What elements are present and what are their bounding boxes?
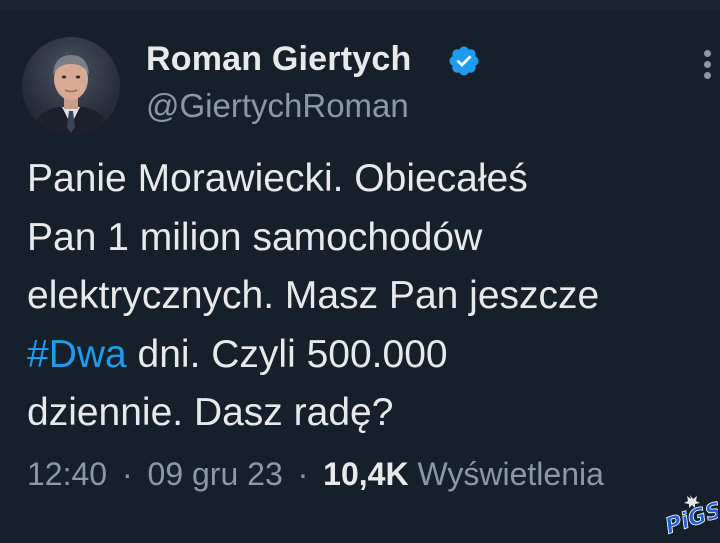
tweet-line-rest: dni. Czyli 500.000	[126, 332, 448, 376]
meta-separator: ·	[121, 456, 133, 492]
tweet-time[interactable]: 12:40	[27, 456, 107, 492]
tweet-date[interactable]: 09 gru 23	[148, 456, 283, 492]
views-label: Wyświetlenia	[417, 456, 604, 492]
tweet-meta: 12:40 · 09 gru 23 · 10,4K Wyświetlenia	[27, 456, 604, 493]
author-handle[interactable]: @GiertychRoman	[146, 87, 409, 125]
tweet-card: Roman Giertych @GiertychRoman Panie Mora…	[0, 0, 720, 543]
tweet-line: Panie Morawiecki. Obiecałeś	[27, 157, 528, 200]
meta-separator: ·	[297, 456, 309, 492]
avatar[interactable]	[22, 37, 120, 135]
hashtag-link[interactable]: #Dwa	[27, 333, 127, 376]
tweet-line: dziennie. Dasz radę?	[27, 391, 394, 434]
tweet-line: Pan 1 milion samochodów	[27, 215, 483, 259]
verified-badge-icon	[449, 46, 479, 76]
pigs-watermark-logo: PiGS	[662, 495, 718, 537]
tweet-line: #Dwa dni. Czyli 500.000	[27, 326, 707, 385]
author-name[interactable]: Roman Giertych	[146, 40, 411, 79]
more-vertical-icon[interactable]	[704, 50, 720, 80]
views-count: 10,4K	[323, 456, 409, 492]
tweet-line: elektrycznych. Masz Pan jeszcze	[27, 274, 600, 317]
tweet-text: Panie Morawiecki. Obiecałeś Pan 1 milion…	[27, 150, 707, 443]
